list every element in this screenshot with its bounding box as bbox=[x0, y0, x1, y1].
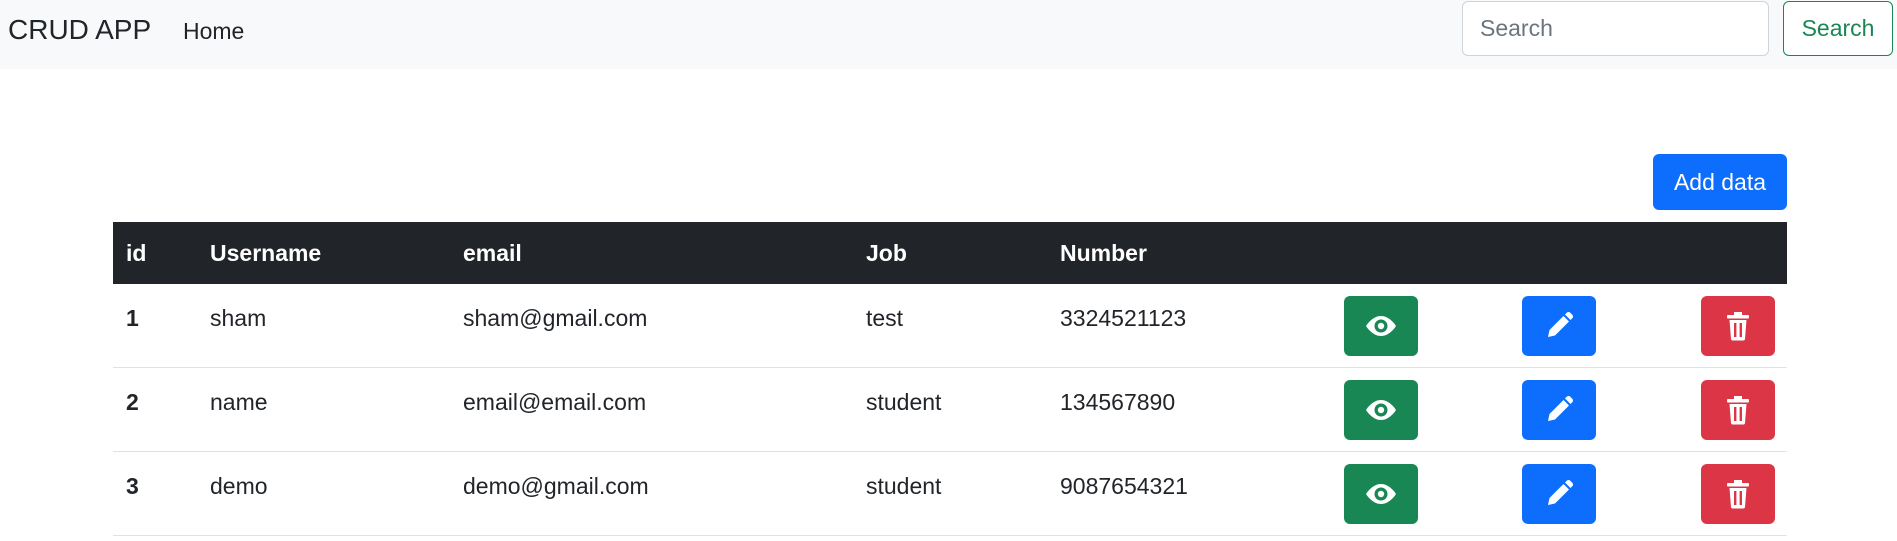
cell-job: test bbox=[866, 305, 904, 331]
header-username: Username bbox=[210, 240, 322, 266]
delete-button[interactable] bbox=[1701, 296, 1775, 356]
search-button[interactable]: Search bbox=[1783, 1, 1893, 56]
view-button[interactable] bbox=[1344, 296, 1418, 356]
cell-job: student bbox=[866, 389, 942, 415]
table-row: 1 sham sham@gmail.com test 3324521123 bbox=[113, 284, 1787, 368]
cell-username: name bbox=[210, 389, 268, 415]
table-row: 3 demo demo@gmail.com student 9087654321 bbox=[113, 452, 1787, 536]
cell-job: student bbox=[866, 473, 942, 499]
cell-email: demo@gmail.com bbox=[463, 473, 649, 499]
view-button[interactable] bbox=[1344, 464, 1418, 524]
add-data-button[interactable]: Add data bbox=[1653, 154, 1787, 210]
edit-button[interactable] bbox=[1522, 296, 1596, 356]
delete-button[interactable] bbox=[1701, 464, 1775, 524]
search-input[interactable] bbox=[1462, 1, 1769, 56]
trash-icon bbox=[1727, 480, 1749, 509]
brand-title[interactable]: CRUD APP bbox=[8, 14, 151, 46]
view-button[interactable] bbox=[1344, 380, 1418, 440]
eye-icon bbox=[1366, 484, 1396, 504]
table-row: 2 name email@email.com student 134567890 bbox=[113, 368, 1787, 452]
trash-icon bbox=[1727, 312, 1749, 341]
edit-button[interactable] bbox=[1522, 380, 1596, 440]
cell-username: sham bbox=[210, 305, 267, 331]
edit-button[interactable] bbox=[1522, 464, 1596, 524]
header-email: email bbox=[463, 240, 522, 266]
pencil-icon bbox=[1548, 312, 1573, 337]
trash-icon bbox=[1727, 396, 1749, 425]
header-id: id bbox=[126, 240, 147, 266]
pencil-icon bbox=[1548, 480, 1573, 505]
cell-number: 3324521123 bbox=[1060, 305, 1187, 331]
cell-number: 9087654321 bbox=[1060, 473, 1188, 499]
cell-id: 3 bbox=[126, 473, 139, 499]
table-header: id Username email Job Number bbox=[113, 222, 1787, 284]
cell-id: 1 bbox=[126, 305, 139, 331]
cell-id: 2 bbox=[126, 389, 139, 415]
pencil-icon bbox=[1548, 396, 1573, 421]
header-number: Number bbox=[1060, 240, 1147, 266]
eye-icon bbox=[1366, 316, 1396, 336]
eye-icon bbox=[1366, 400, 1396, 420]
delete-button[interactable] bbox=[1701, 380, 1775, 440]
cell-email: email@email.com bbox=[463, 389, 647, 415]
navbar: CRUD APP Home Search bbox=[0, 0, 1897, 69]
nav-link-home[interactable]: Home bbox=[183, 17, 244, 45]
users-table: id Username email Job Number 1 sham sham… bbox=[113, 222, 1787, 536]
cell-number: 134567890 bbox=[1060, 389, 1176, 415]
cell-email: sham@gmail.com bbox=[463, 305, 648, 331]
cell-username: demo bbox=[210, 473, 268, 499]
header-job: Job bbox=[866, 240, 907, 266]
